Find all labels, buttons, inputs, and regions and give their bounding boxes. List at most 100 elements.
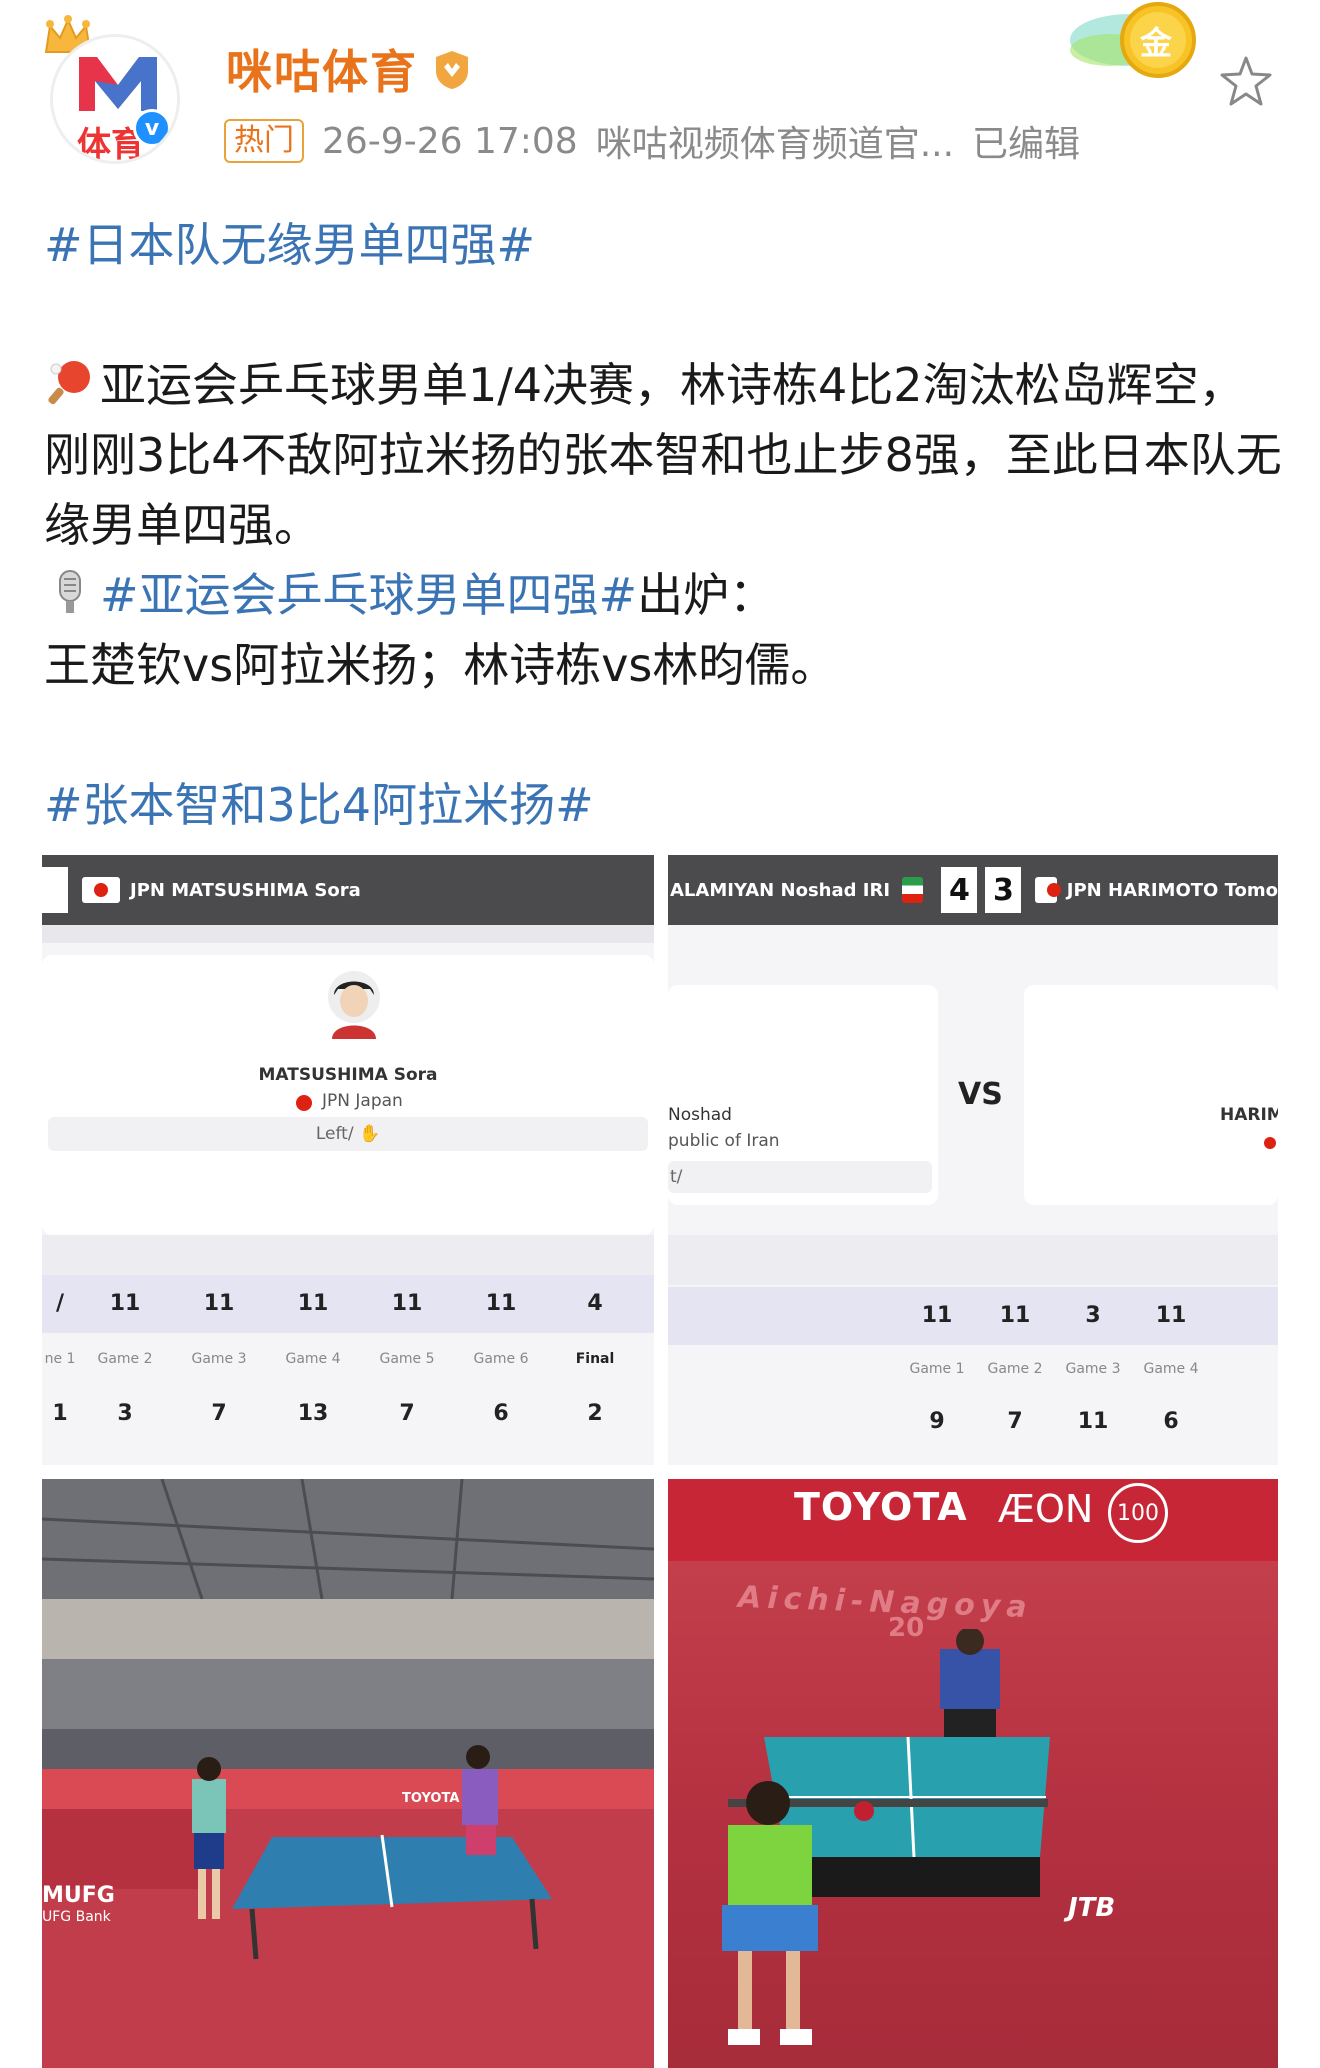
score-cell: 11 <box>297 1291 329 1316</box>
sponsor-banner: MUFG <box>42 1883 115 1908</box>
score-cell: 6 <box>1163 1409 1179 1434</box>
sponsor-toyota: TOYOTA <box>794 1485 968 1529</box>
game-label: Game 2 <box>987 1361 1043 1377</box>
post-content: #日本队无缘男单四强# 亚运会乒乓球男单1/4决赛，林诗栋4比2淘汰松岛辉空，刚… <box>44 210 1284 840</box>
score-right: 3 <box>985 867 1022 913</box>
scoreboard-header: JPN MATSUSHIMA Sora <box>42 855 654 925</box>
game-label: Game 3 <box>1065 1361 1121 1377</box>
iran-flag-icon <box>902 877 924 903</box>
player-hand: Left/ ✋ <box>48 1117 648 1151</box>
score-cell: 1 <box>52 1401 68 1426</box>
score-left: 4 <box>941 867 978 913</box>
image-harimoto-score[interactable]: ALAMIYAN Noshad IRI 4 3 JPN HARIMOTO Tom… <box>668 855 1278 1465</box>
avatar: 体育 v <box>50 34 180 164</box>
score-cell: 2 <box>587 1401 603 1426</box>
post-paragraph-1: 亚运会乒乓球男单1/4决赛，林诗栋4比2淘汰松岛辉空，刚刚3比4不敌阿拉米扬的张… <box>44 350 1284 560</box>
star-icon[interactable] <box>1216 52 1276 112</box>
game-label: Final <box>575 1351 615 1367</box>
player-card: MATSUSHIMA Sora JPN Japan Left/ ✋ <box>42 955 654 1235</box>
score-box <box>42 867 68 913</box>
score-cell: 13 <box>297 1401 329 1426</box>
sponsor-aeon: ÆON <box>998 1487 1094 1531</box>
post-source: 咪咕视频体育频道官... <box>595 124 955 165</box>
game-labels-row: ne 1 Game 2 Game 3 Game 4 Game 5 Game 6 … <box>42 1351 654 1367</box>
player-left-card-country: public of Iran <box>668 1131 780 1151</box>
author-avatar[interactable]: 体育 v <box>42 14 192 164</box>
topic2-suffix: 出炉： <box>637 568 776 622</box>
ad-board <box>668 1479 1278 1561</box>
image-matsushima-score[interactable]: JPN MATSUSHIMA Sora MATSUSHIMA Sora JPN … <box>42 855 654 1465</box>
jtb-floor-logo: JTB <box>1068 1893 1116 1923</box>
score-cell: 11 <box>921 1303 953 1328</box>
score-cell: 11 <box>109 1291 141 1316</box>
author-row: 咪咕体育 <box>226 36 474 102</box>
post-paragraph-2: #亚运会乒乓球男单四强#出炉： <box>44 560 1284 630</box>
hot-tag: 热门 <box>224 119 304 163</box>
image-match-photo[interactable]: TOYOTA ÆON 100 Aichi-Nagoya 20 JTB <box>668 1479 1278 2068</box>
game-label: ne 1 <box>44 1351 76 1367</box>
player-right-name: JPN HARIMOTO Tomo <box>1066 879 1278 901</box>
arena-photo-icon <box>42 1479 654 2068</box>
game-label: Game 1 <box>909 1361 965 1377</box>
japan-dot-icon <box>1264 1137 1276 1149</box>
score-cell: 11 <box>1155 1303 1187 1328</box>
games-won-row: 11 11 3 11 <box>668 1303 1278 1328</box>
score-cell: 9 <box>929 1409 945 1434</box>
vip-badge-icon <box>436 51 468 89</box>
player-card-country: JPN Japan <box>322 1091 403 1111</box>
paragraph-1-text: 亚运会乒乓球男单1/4决赛，林诗栋4比2淘汰松岛辉空，刚刚3比4不敌阿拉米扬的张… <box>44 358 1282 552</box>
divider <box>668 1235 1278 1285</box>
player-name: JPN MATSUSHIMA Sora <box>130 879 361 901</box>
japan-dot-icon <box>296 1095 312 1111</box>
topic-link-harimoto[interactable]: #张本智和3比4阿拉米扬# <box>44 770 1284 840</box>
player-photo-icon <box>328 971 380 1039</box>
player-card-name: MATSUSHIMA Sora <box>258 1065 438 1085</box>
post-meta: 热门 26-9-26 17:08 咪咕视频体育频道官... 已编辑 <box>224 115 1080 167</box>
aeon-anniversary-badge: 100 <box>1108 1483 1168 1543</box>
games-lost-row: 1 3 7 13 7 6 2 <box>42 1401 654 1426</box>
player-left-name: ALAMIYAN Noshad IRI <box>670 879 891 901</box>
post-header: 体育 v 咪咕体育 热门 26-9-26 17:08 咪咕视频体育频道官... … <box>0 0 1320 190</box>
divider <box>42 925 654 943</box>
medal-label: 金 <box>1140 24 1173 62</box>
microphone-icon <box>59 570 81 613</box>
score-cell: 11 <box>485 1291 517 1316</box>
floor-logo-text: Aichi-Nagoya <box>737 1579 1034 1626</box>
post-paragraph-3: 王楚钦vs阿拉米扬；林诗栋vs林昀儒。 <box>44 638 837 692</box>
game-label: Game 2 <box>97 1351 153 1367</box>
edited-label: 已编辑 <box>972 124 1081 165</box>
score-cell: 11 <box>203 1291 235 1316</box>
image-arena-photo[interactable]: MUFG UFG Bank TOYOTA <box>42 1479 654 2068</box>
sponsor-banner-sub: UFG Bank <box>42 1909 111 1925</box>
game-label: Game 5 <box>379 1351 435 1367</box>
score-cell: 7 <box>399 1401 415 1426</box>
divider <box>42 1235 654 1275</box>
topic-link-semis[interactable]: #亚运会乒乓球男单四强# <box>100 568 637 622</box>
score-cell: 3 <box>117 1401 133 1426</box>
score-cell: 3 <box>1085 1303 1101 1328</box>
japan-flag-icon <box>1035 877 1062 903</box>
game-label: Game 3 <box>191 1351 247 1367</box>
sponsor-board: TOYOTA <box>402 1791 460 1806</box>
verified-badge: v <box>133 109 171 147</box>
games-lost-row: 9 7 11 6 <box>668 1409 1278 1434</box>
player-right-card: HARIM <box>1024 985 1278 1205</box>
japan-flag-icon <box>82 877 120 903</box>
ping-pong-icon <box>48 361 90 405</box>
topic-link-japan[interactable]: #日本队无缘男单四强# <box>44 210 1284 280</box>
game-label: Game 6 <box>473 1351 529 1367</box>
author-name[interactable]: 咪咕体育 <box>226 36 418 102</box>
image-grid: JPN MATSUSHIMA Sora MATSUSHIMA Sora JPN … <box>42 855 1278 2068</box>
score-cell: 11 <box>391 1291 423 1316</box>
score-cell: 7 <box>211 1401 227 1426</box>
player-right-card-name: HARIM <box>1220 1105 1278 1125</box>
vs-label: VS <box>958 1077 1003 1112</box>
match-scene-icon <box>722 1629 1050 2045</box>
migu-logo-icon <box>79 57 157 111</box>
player-left-card: Noshad public of Iran t/ <box>668 985 938 1205</box>
player-left-hand: t/ <box>668 1161 932 1193</box>
game-labels-row: Game 1 Game 2 Game 3 Game 4 <box>668 1361 1278 1377</box>
score-cell: 11 <box>1077 1409 1109 1434</box>
